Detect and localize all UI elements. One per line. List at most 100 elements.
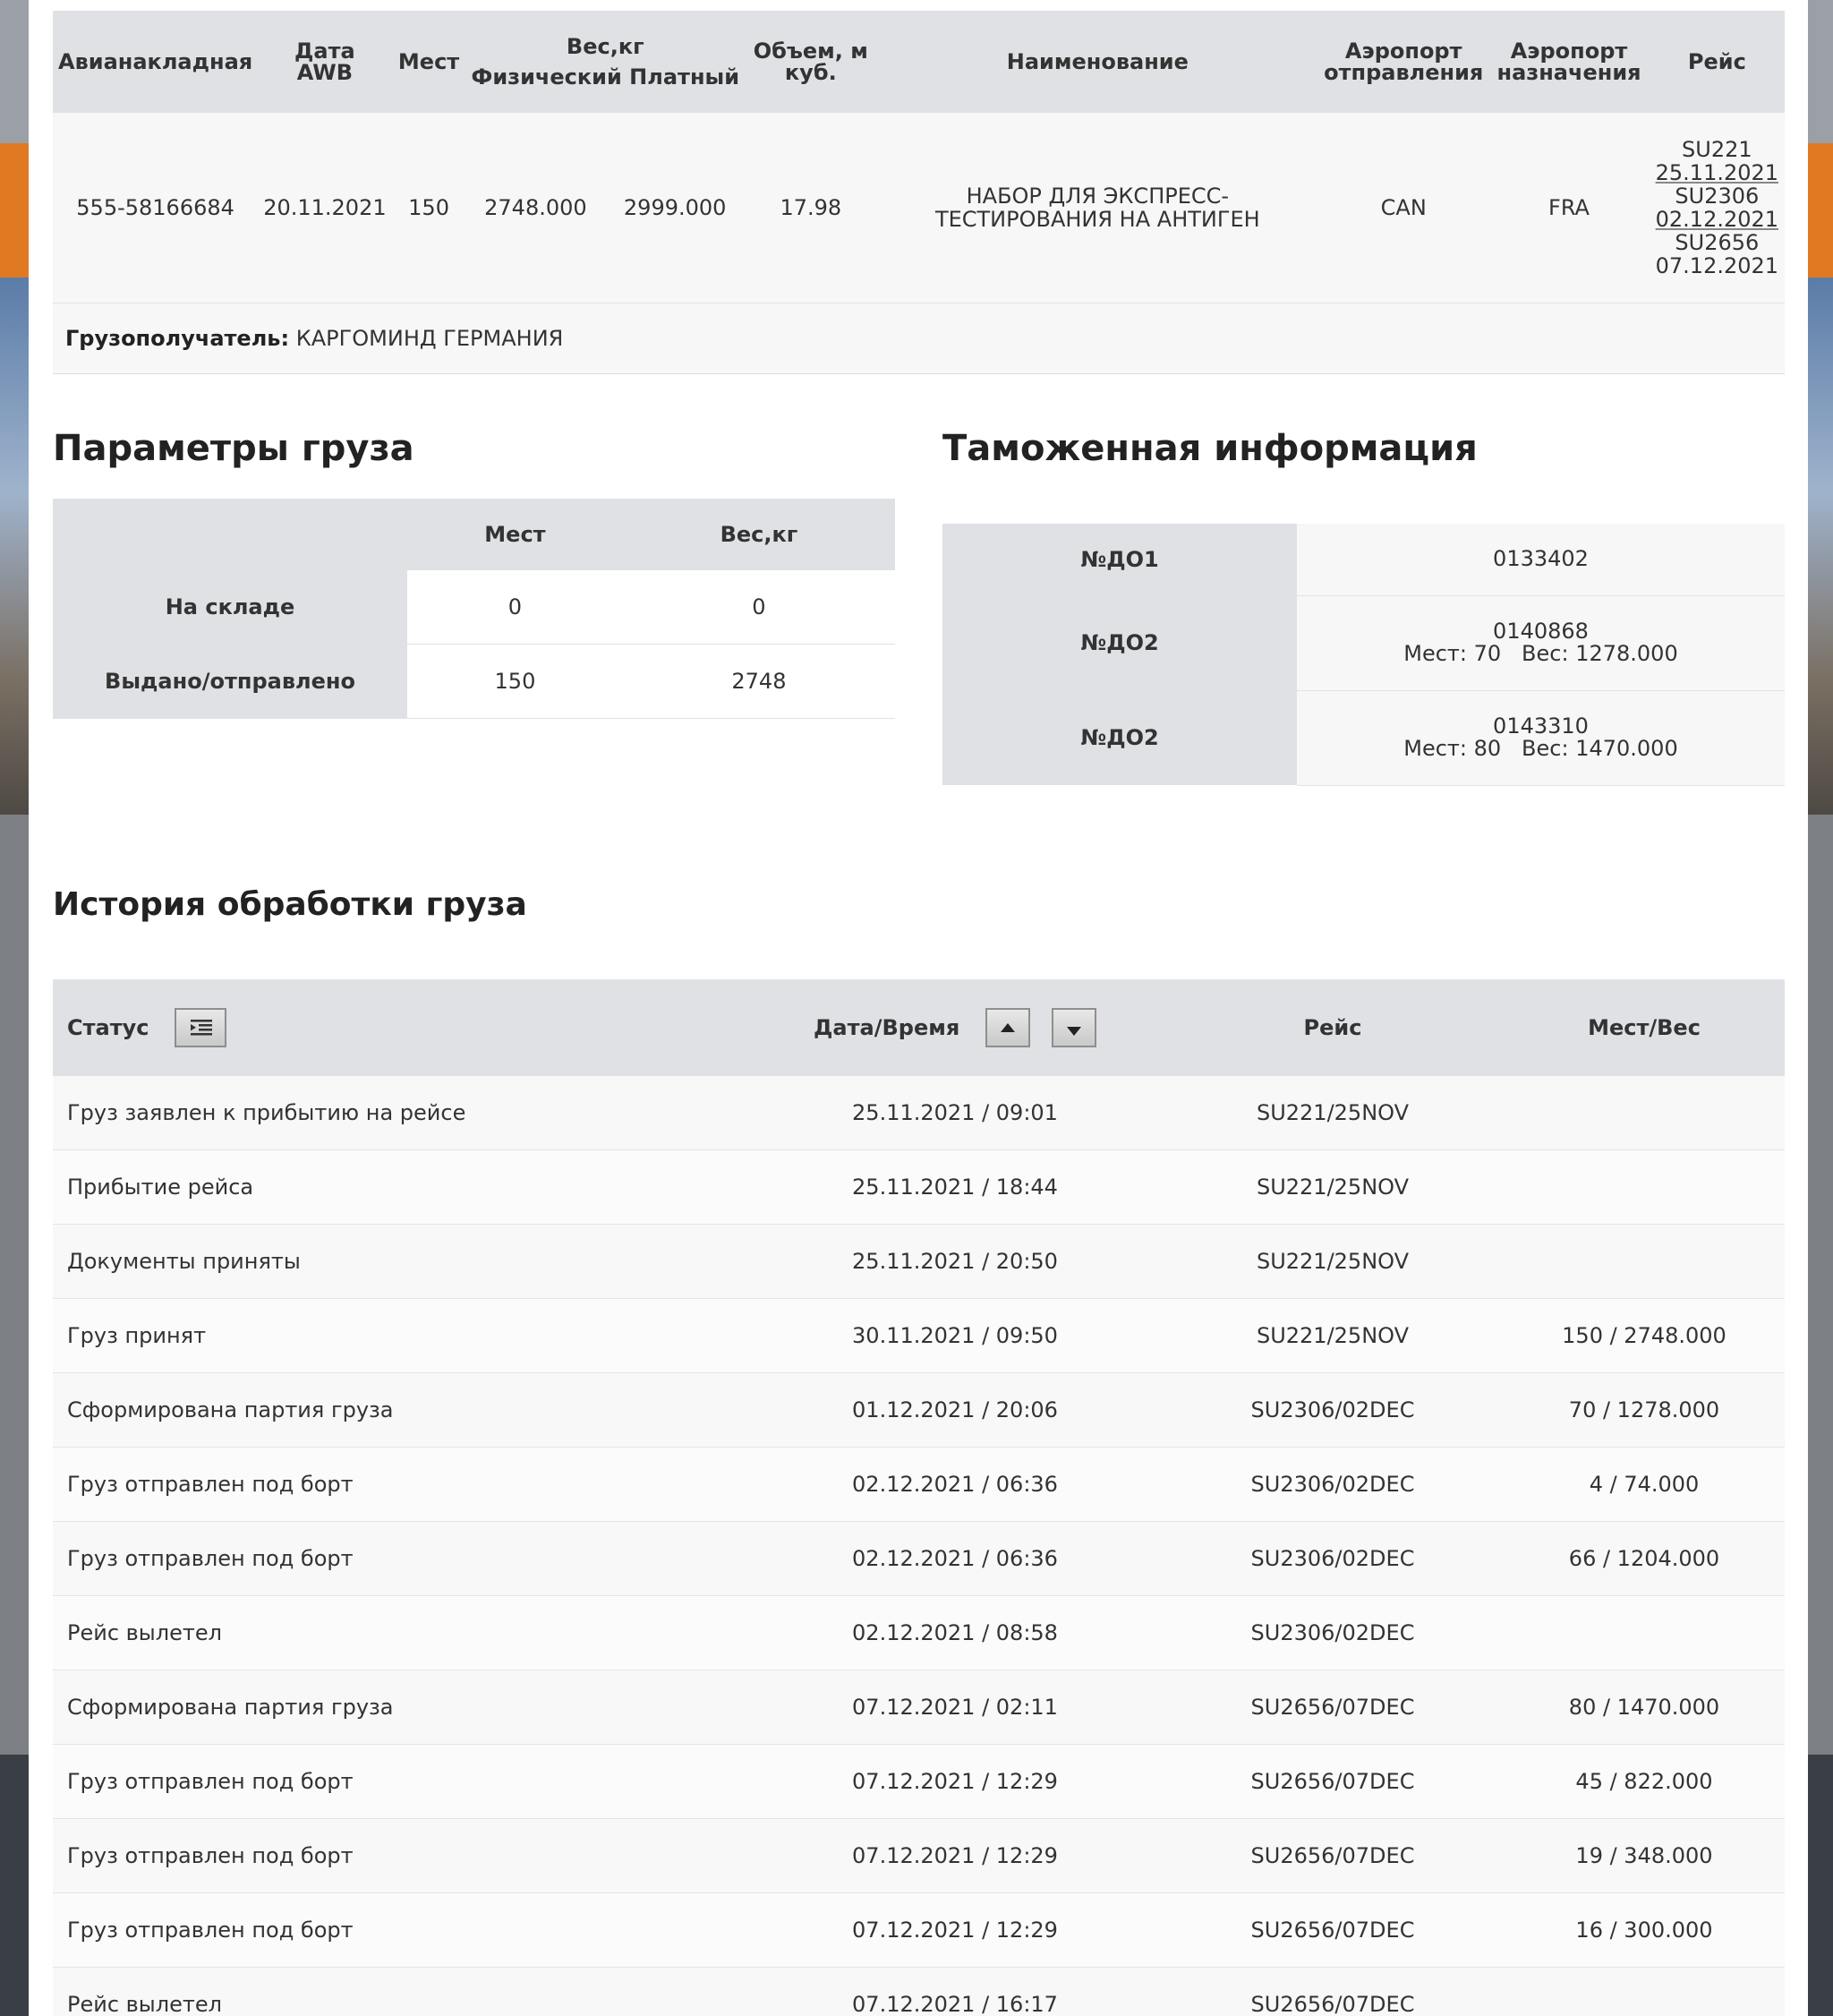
history-col-datetime: Дата/Время xyxy=(748,979,1162,1076)
history-status: Сформирована партия груза xyxy=(53,1670,748,1745)
history-flight: SU2656/07DEC xyxy=(1162,1818,1504,1893)
list-icon xyxy=(190,1020,212,1036)
params-weight-value: 2748 xyxy=(622,644,895,719)
customs-doc-label: №ДО2 xyxy=(942,595,1297,690)
history-pieces-weight: 70 / 1278.000 xyxy=(1504,1372,1785,1448)
history-status: Документы приняты xyxy=(53,1224,748,1299)
history-body: Груз заявлен к прибытию на рейсе 25.11.20… xyxy=(53,1076,1785,2016)
history-flight: SU221/25NOV xyxy=(1162,1149,1504,1225)
customs-doc-details: Мест: 70 Вес: 1278.000 xyxy=(1403,641,1678,666)
history-row: Рейс вылетел 02.12.2021 / 08:58 SU2306/02D… xyxy=(53,1595,1785,1670)
flight-date: 07.12.2021 xyxy=(1655,253,1779,278)
history-row: Прибытие рейса 25.11.2021 / 18:44 SU221/25… xyxy=(53,1149,1785,1225)
history-row: Груз отправлен под борт 07.12.2021 / 12:2… xyxy=(53,1818,1785,1893)
history-status: Груз принят xyxy=(53,1298,748,1373)
history-status: Сформирована партия груза xyxy=(53,1372,748,1448)
history-pieces-weight xyxy=(1504,1595,1785,1670)
history-flight: SU2306/02DEC xyxy=(1162,1372,1504,1448)
dep-header-line2: отправления xyxy=(1324,60,1484,85)
params-table: Мест Вес,кг На складе 0 0 Выдано/отправл… xyxy=(53,499,895,719)
history-status: Груз отправлен под борт xyxy=(53,1892,748,1968)
flight-code: SU221 xyxy=(1682,137,1752,162)
history-datetime: 30.11.2021 / 09:50 xyxy=(748,1298,1162,1373)
arr-header-line2: назначения xyxy=(1496,60,1641,85)
history-flight: SU221/25NOV xyxy=(1162,1298,1504,1373)
history-status-label: Статус xyxy=(67,1015,149,1040)
history-flight: SU2656/07DEC xyxy=(1162,1670,1504,1745)
history-datetime: 02.12.2021 / 06:36 xyxy=(748,1521,1162,1596)
arrow-down-icon xyxy=(1066,1027,1081,1036)
history-flight: SU2656/07DEC xyxy=(1162,1967,1504,2016)
awb-number: 555-58166684 xyxy=(53,113,259,303)
history-title: История обработки груза xyxy=(53,886,527,923)
history-datetime: 25.11.2021 / 20:50 xyxy=(748,1224,1162,1299)
flight-date-link[interactable]: 25.11.2021 xyxy=(1655,161,1779,184)
customs-doc-value: 0133402 xyxy=(1297,524,1785,596)
history-pieces-weight: 19 / 348.000 xyxy=(1504,1818,1785,1893)
col-flight: Рейс xyxy=(1649,11,1785,113)
weight-physical-header: Физический xyxy=(471,64,622,90)
history-pieces-weight: 150 / 2748.000 xyxy=(1504,1298,1785,1373)
col-name: Наименование xyxy=(876,11,1319,113)
history-pieces-weight: 66 / 1204.000 xyxy=(1504,1521,1785,1596)
params-row-warehouse: На складе 0 0 xyxy=(53,570,895,645)
customs-doc-number: 0133402 xyxy=(1493,546,1589,572)
history-row: Рейс вылетел 07.12.2021 / 16:17 SU2656/07D… xyxy=(53,1967,1785,2016)
flight-code: SU2306 xyxy=(1675,184,1760,209)
awb-date: 20.11.2021 xyxy=(258,113,392,303)
consignee-label: Грузополучатель: xyxy=(65,326,290,351)
awb-flights: SU221 25.11.2021 SU2306 02.12.2021 SU265… xyxy=(1649,113,1785,303)
history-pieces-weight xyxy=(1504,1076,1785,1150)
customs-doc-number: 0143310 xyxy=(1493,713,1589,739)
history-row: Груз отправлен под борт 02.12.2021 / 06:3… xyxy=(53,1447,1785,1522)
params-pieces-value: 0 xyxy=(407,570,623,645)
history-flight: SU221/25NOV xyxy=(1162,1076,1504,1150)
tracking-modal: Авианакладная Дата AWB Мест Вес,кг Физич… xyxy=(29,0,1808,2016)
history-row: Документы приняты 25.11.2021 / 20:50 SU221… xyxy=(53,1224,1785,1299)
customs-title: Таможенная информация xyxy=(942,428,1478,469)
history-status: Рейс вылетел xyxy=(53,1967,748,2016)
history-row: Груз отправлен под борт 02.12.2021 / 06:3… xyxy=(53,1521,1785,1596)
awb-volume: 17.98 xyxy=(745,113,877,303)
history-flight: SU2306/02DEC xyxy=(1162,1447,1504,1522)
customs-doc-label: №ДО1 xyxy=(942,524,1297,595)
weight-paid-header: Платный xyxy=(629,64,740,90)
sort-descending-button[interactable] xyxy=(1051,1008,1096,1047)
params-corner xyxy=(53,499,407,570)
history-row: Груз отправлен под борт 07.12.2021 / 12:2… xyxy=(53,1892,1785,1968)
awb-table: Авианакладная Дата AWB Мест Вес,кг Физич… xyxy=(53,11,1785,303)
col-awb: Авианакладная xyxy=(53,11,259,113)
customs-doc-number: 0140868 xyxy=(1493,619,1589,644)
history-pieces-weight: 16 / 300.000 xyxy=(1504,1892,1785,1968)
status-filter-button[interactable] xyxy=(174,1008,226,1047)
history-flight: SU2306/02DEC xyxy=(1162,1521,1504,1596)
col-arrival: Аэропорт назначения xyxy=(1488,11,1650,113)
history-row: Сформирована партия груза 01.12.2021 / 20… xyxy=(53,1372,1785,1448)
awb-summary: Авианакладная Дата AWB Мест Вес,кг Физич… xyxy=(53,11,1785,374)
history-pieces-weight: 4 / 74.000 xyxy=(1504,1447,1785,1522)
arr-header-line1: Аэропорт xyxy=(1510,38,1628,64)
history-datetime-label: Дата/Время xyxy=(814,1015,960,1040)
history-datetime: 07.12.2021 / 16:17 xyxy=(748,1967,1162,2016)
flight-date-link[interactable]: 02.12.2021 xyxy=(1655,208,1779,231)
history-status: Груз отправлен под борт xyxy=(53,1521,748,1596)
awb-weight-paid: 2999.000 xyxy=(605,113,746,303)
history-flight: SU2656/07DEC xyxy=(1162,1744,1504,1819)
history-col-flight: Рейс xyxy=(1162,979,1504,1076)
history-pieces-weight: 45 / 822.000 xyxy=(1504,1744,1785,1819)
weight-header: Вес,кг xyxy=(566,34,644,59)
history-datetime: 07.12.2021 / 12:29 xyxy=(748,1744,1162,1819)
params-row-issued: Выдано/отправлено 150 2748 xyxy=(53,644,895,719)
history-row: Груз заявлен к прибытию на рейсе 25.11.20… xyxy=(53,1076,1785,1150)
customs-doc-details: Мест: 80 Вес: 1470.000 xyxy=(1403,736,1678,761)
history-pieces-weight xyxy=(1504,1149,1785,1225)
customs-row: №ДО1 0133402 xyxy=(942,524,1785,596)
history-flight: SU221/25NOV xyxy=(1162,1224,1504,1299)
history-pieces-weight: 80 / 1470.000 xyxy=(1504,1670,1785,1745)
history-status: Груз заявлен к прибытию на рейсе xyxy=(53,1076,748,1150)
awb-pieces: 150 xyxy=(391,113,466,303)
volume-header-line2: куб. xyxy=(784,60,837,85)
sort-ascending-button[interactable] xyxy=(985,1008,1030,1047)
params-col-pieces: Мест xyxy=(407,499,623,570)
col-volume: Объем, м куб. xyxy=(745,11,877,113)
